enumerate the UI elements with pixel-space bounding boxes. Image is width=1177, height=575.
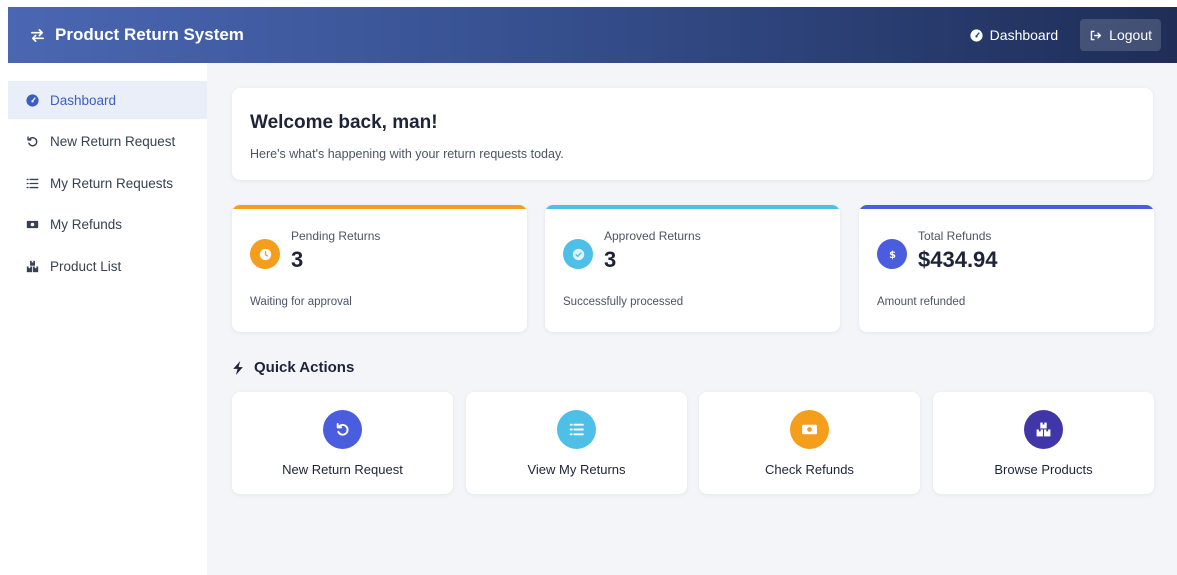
- stat-value: 3: [604, 247, 617, 272]
- undo-icon: [27, 136, 38, 147]
- sidebar-item-label: My Return Requests: [50, 175, 174, 191]
- dollar-icon: $: [889, 250, 896, 261]
- stat-icon-circle: $: [877, 239, 907, 269]
- money-icon: [802, 424, 817, 435]
- exchange-icon: [31, 28, 44, 42]
- main-content: Welcome back, man! Here's what's happeni…: [207, 63, 1177, 575]
- money-icon: [26, 220, 39, 229]
- welcome-title: Welcome back, man!: [250, 112, 438, 133]
- action-icon-circle: [323, 410, 362, 449]
- welcome-card: Welcome back, man! Here's what's happeni…: [232, 88, 1153, 180]
- check-icon: [572, 248, 584, 260]
- quick-action-check-refunds[interactable]: Check Refunds: [699, 392, 920, 494]
- logout-label: Logout: [1109, 27, 1152, 43]
- stat-accent-bar: [859, 205, 1154, 209]
- action-icon-circle: [557, 410, 596, 449]
- stat-note: Successfully processed: [563, 296, 684, 308]
- dashboard-icon: [970, 28, 983, 42]
- quick-actions-heading: Quick Actions: [232, 359, 354, 376]
- action-label: Browse Products: [994, 462, 1093, 477]
- header-dashboard-label: Dashboard: [989, 27, 1059, 43]
- stat-card-approved-returns: Approved Returns 3 Successfully processe…: [545, 205, 840, 332]
- stat-note: Waiting for approval: [250, 296, 352, 308]
- quick-action-new-return-request[interactable]: New Return Request: [232, 392, 453, 494]
- brand[interactable]: Product Return System: [30, 25, 244, 45]
- action-label: Check Refunds: [765, 462, 854, 477]
- header-dashboard-link[interactable]: Dashboard: [970, 27, 1059, 43]
- sidebar: Dashboard New Return Request My Return R…: [8, 63, 207, 575]
- stat-card-total-refunds: $ Total Refunds $434.94 Amount refunded: [859, 205, 1154, 332]
- stat-icon-circle: [563, 239, 593, 269]
- app-frame: Product Return System Dashboard Logout D…: [8, 7, 1177, 575]
- sidebar-item-dashboard[interactable]: Dashboard: [8, 81, 207, 119]
- action-label: View My Returns: [527, 462, 626, 477]
- sidebar-item-label: New Return Request: [50, 134, 176, 149]
- undo-icon: [336, 423, 349, 436]
- bolt-icon: [233, 360, 243, 375]
- action-label: New Return Request: [282, 462, 403, 477]
- quick-action-browse-products[interactable]: Browse Products: [933, 392, 1154, 494]
- stat-accent-bar: [545, 205, 840, 209]
- sidebar-item-label: Dashboard: [50, 92, 117, 108]
- list-icon: [26, 178, 39, 188]
- sidebar-item-new-return-request[interactable]: New Return Request: [8, 123, 207, 161]
- boxes-icon: [26, 260, 39, 272]
- top-navbar: Product Return System Dashboard Logout: [8, 7, 1177, 63]
- logout-button[interactable]: Logout: [1080, 19, 1161, 51]
- svg-text:$: $: [889, 250, 896, 261]
- stat-label: Total Refunds: [918, 229, 992, 243]
- stat-label: Approved Returns: [604, 229, 701, 243]
- sidebar-item-my-return-requests[interactable]: My Return Requests: [8, 164, 207, 202]
- logout-icon: [1090, 30, 1102, 40]
- quick-action-view-my-returns[interactable]: View My Returns: [466, 392, 687, 494]
- app-title: Product Return System: [55, 25, 244, 44]
- quick-actions-title: Quick Actions: [254, 359, 355, 376]
- stat-card-pending-returns: Pending Returns 3 Waiting for approval: [232, 205, 527, 332]
- welcome-subtitle: Here's what's happening with your return…: [250, 147, 564, 161]
- sidebar-item-my-refunds[interactable]: My Refunds: [8, 206, 207, 244]
- sidebar-item-label: My Refunds: [50, 217, 123, 232]
- stat-accent-bar: [232, 205, 527, 209]
- action-icon-circle: [1024, 410, 1063, 449]
- stat-value: $434.94: [918, 247, 998, 272]
- action-icon-circle: [790, 410, 829, 449]
- boxes-icon: [1036, 422, 1051, 437]
- sidebar-item-product-list[interactable]: Product List: [8, 247, 207, 285]
- list-icon: [569, 423, 584, 436]
- clock-icon: [259, 248, 271, 260]
- header-actions: Dashboard Logout: [970, 19, 1161, 51]
- stat-icon-circle: [250, 239, 280, 269]
- stat-note: Amount refunded: [877, 296, 966, 308]
- sidebar-item-label: Product List: [50, 258, 122, 274]
- stat-label: Pending Returns: [291, 229, 381, 243]
- stat-value: 3: [291, 247, 304, 272]
- dashboard-icon: [26, 93, 39, 107]
